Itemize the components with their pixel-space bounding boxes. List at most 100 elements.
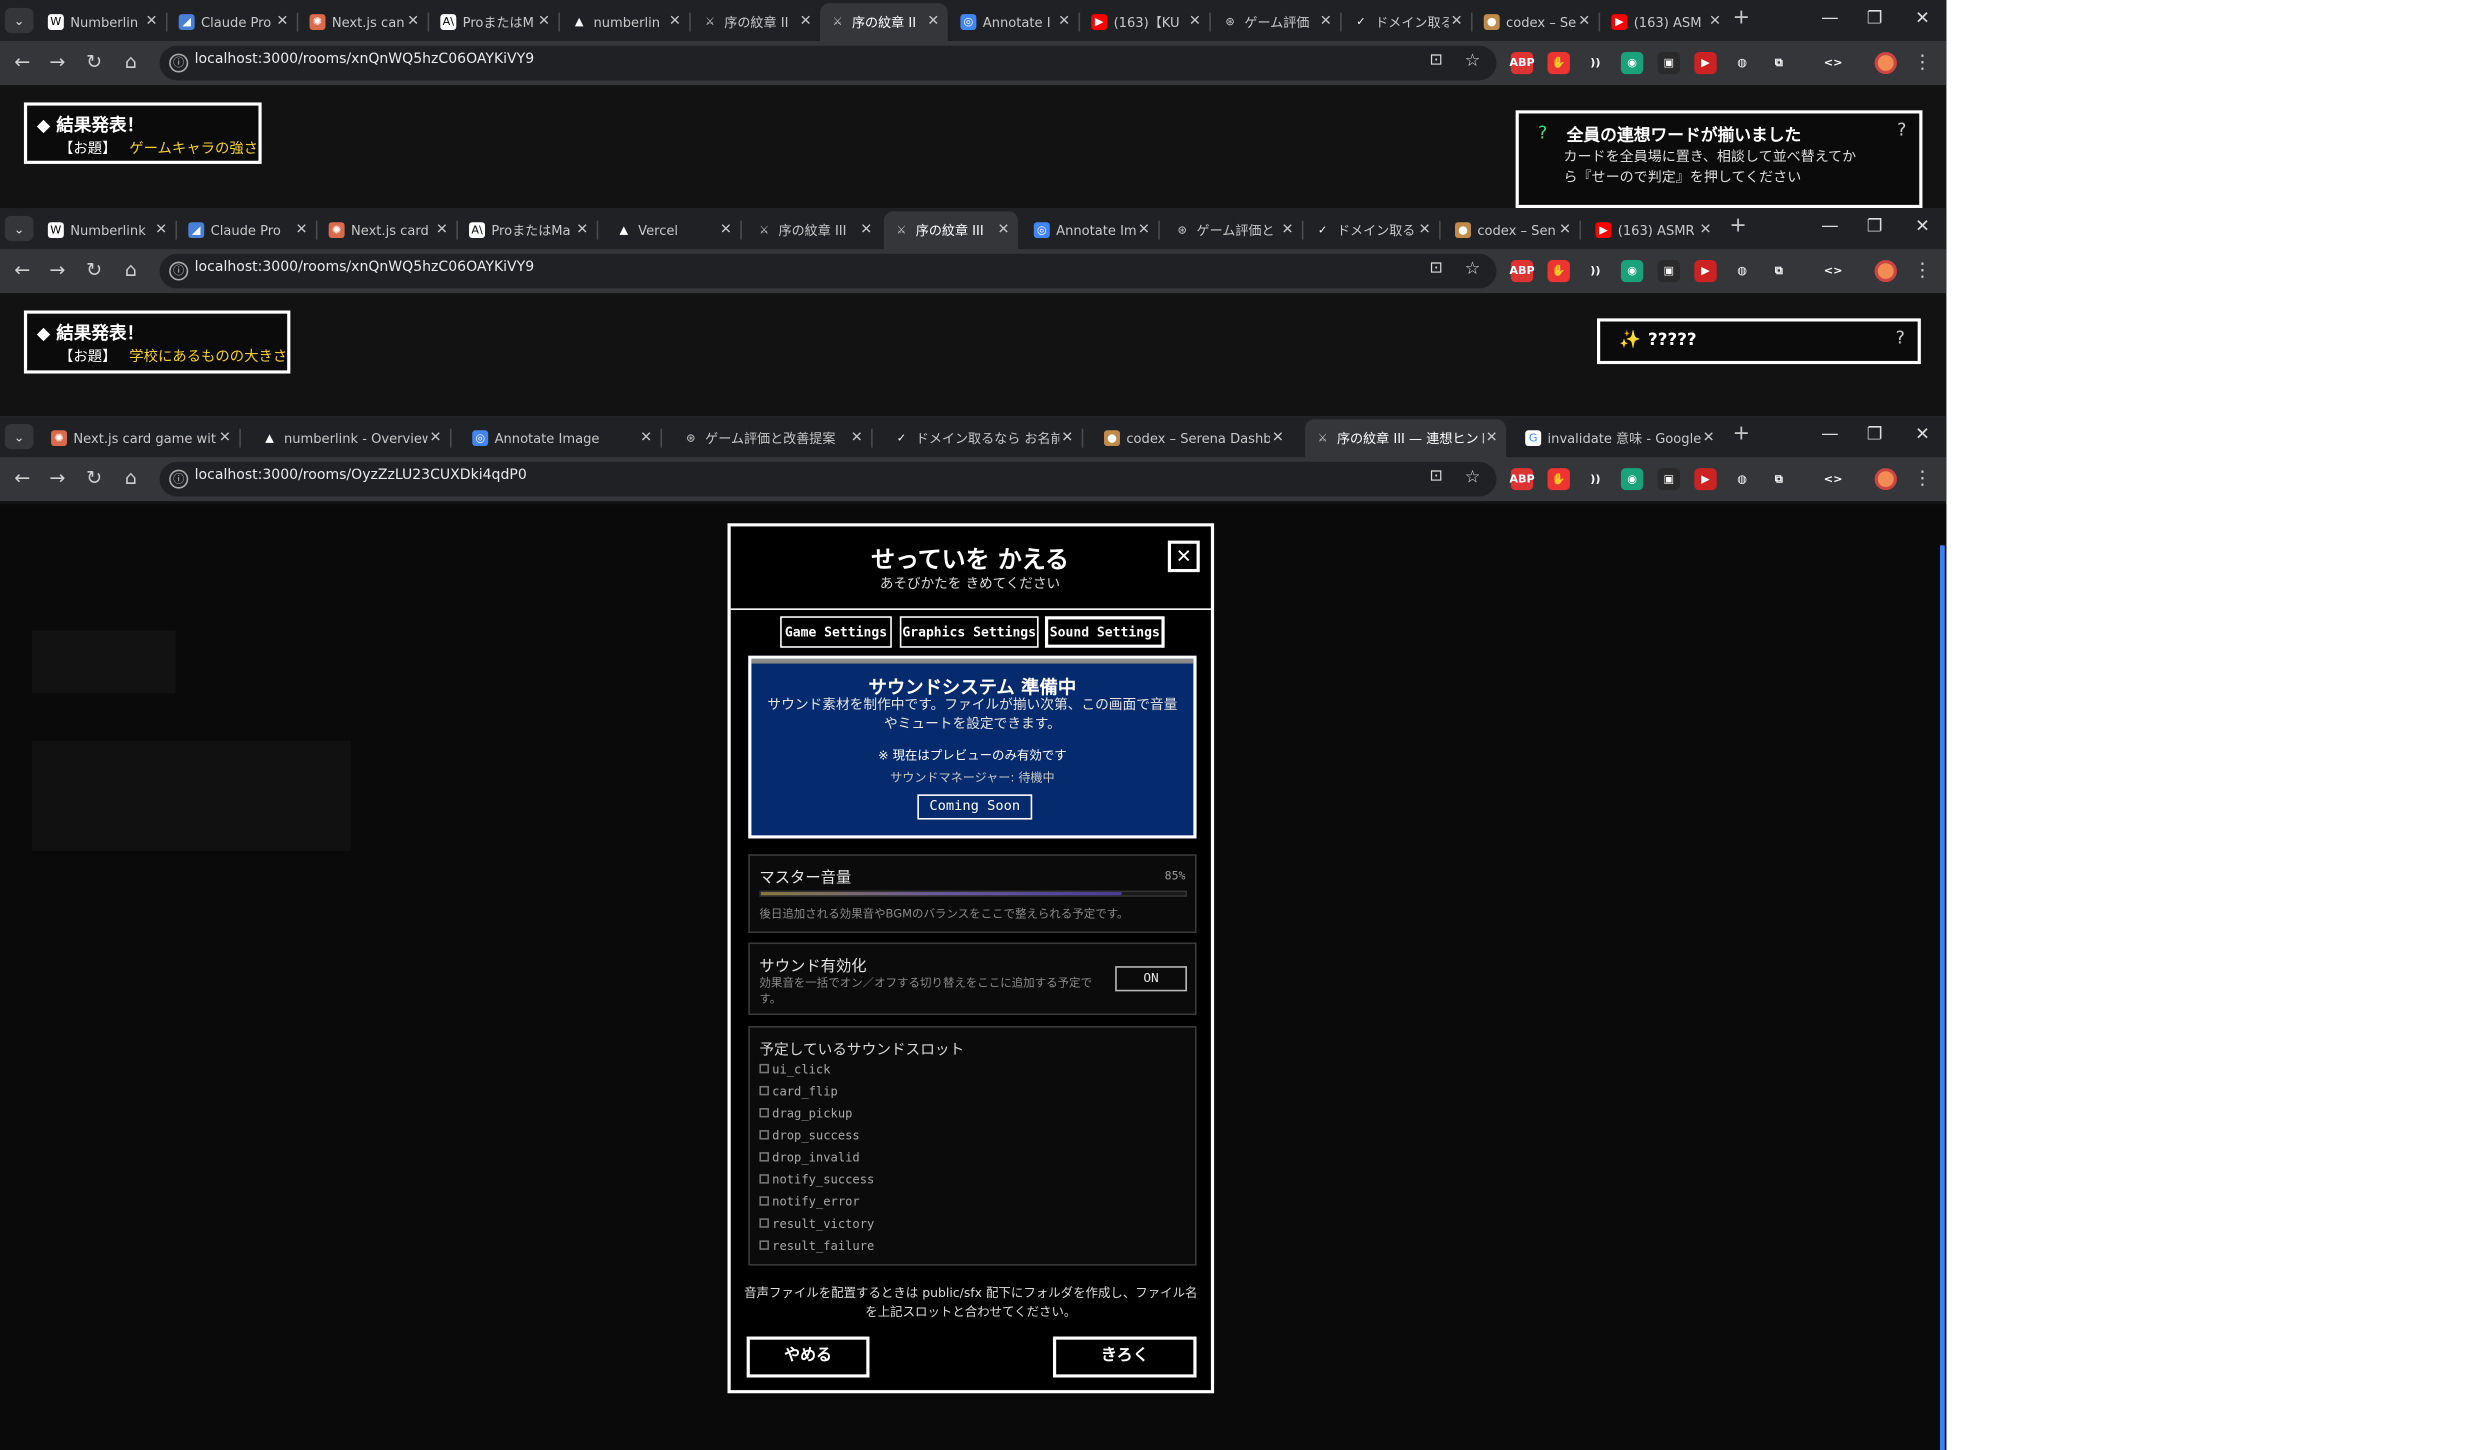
tab-close-icon[interactable]: ✕ — [1280, 222, 1296, 238]
tab-close-icon[interactable]: ✕ — [153, 222, 169, 238]
tab-close-icon[interactable]: ✕ — [1056, 14, 1072, 30]
home-button[interactable]: ⌂ — [120, 50, 142, 72]
browser-tab[interactable]: ▶ (163)【KU ✕ — [1082, 3, 1210, 41]
browser-tab[interactable]: ◎ Annotate Image ✕ — [463, 419, 661, 457]
tab-game-settings[interactable]: Game Settings — [780, 616, 892, 648]
tab-close-icon[interactable]: ✕ — [574, 222, 590, 238]
tab-close-icon[interactable]: ✕ — [217, 430, 233, 446]
browser-tab[interactable]: ◢ Claude Pro ✕ — [179, 211, 316, 249]
profile-avatar[interactable] — [1874, 52, 1897, 75]
devtools-icon[interactable]: <> — [1821, 260, 1845, 283]
tab-close-icon[interactable]: ✕ — [925, 14, 941, 30]
help-icon[interactable]: ? — [1896, 328, 1905, 348]
back-button[interactable]: ← — [11, 467, 33, 489]
browser-tab[interactable]: ⚔ 序の紋章 III — 連想ヒントで✕ — [1305, 419, 1507, 458]
browser-tab[interactable]: ⊛ ゲーム評価 ✕ — [1213, 3, 1341, 41]
browser-tab[interactable]: ● codex – Serena Dashboard✕ — [1094, 419, 1292, 457]
sound-toggle-button[interactable]: ON — [1115, 966, 1187, 992]
tab-close-icon[interactable]: ✕ — [434, 222, 450, 238]
camera-icon[interactable]: ◉ — [1620, 52, 1644, 75]
url-text[interactable]: localhost:3000/rooms/xnQnWQ5hzC06OAYKiVY… — [195, 52, 535, 68]
tab-sound-settings[interactable]: Sound Settings — [1044, 616, 1165, 648]
minimize-button[interactable]: — — [1819, 8, 1841, 28]
tab-search-button[interactable]: ⌄ — [4, 423, 34, 450]
profile-avatar[interactable] — [1874, 468, 1897, 491]
puzzle-icon[interactable]: ⧉ — [1767, 260, 1791, 283]
browser-tab[interactable]: ✓ ドメイン取るな✕ — [1305, 211, 1439, 249]
close-window-button[interactable]: ✕ — [1911, 424, 1933, 444]
browser-tab[interactable]: ✺ Next.js card ✕ — [319, 211, 456, 249]
browser-tab[interactable]: ◎ Annotate Im ✕ — [1024, 211, 1158, 249]
browser-tab[interactable]: ⊛ ゲーム評価と改善提案 ✕ — [673, 419, 871, 457]
browser-menu-button[interactable]: ⋮ — [1911, 258, 1933, 280]
browser-tab[interactable]: ✺ Next.js card game with Cl✕ — [41, 419, 239, 457]
url-text[interactable]: localhost:3000/rooms/xnQnWQ5hzC06OAYKiVY… — [195, 260, 535, 276]
browser-tab[interactable]: A\ ProまたはM ✕ — [431, 3, 559, 41]
minimize-button[interactable]: — — [1819, 216, 1841, 236]
browser-tab[interactable]: ⚔ 序の紋章 II ✕ — [692, 3, 820, 41]
adblock-icon[interactable]: ABP — [1509, 468, 1535, 491]
bookmark-star-icon[interactable]: ☆ — [1465, 50, 1481, 70]
browser-tab[interactable]: ✓ ドメイン取る ✕ — [1343, 3, 1471, 41]
new-tab-button[interactable]: + — [1729, 214, 1746, 238]
browser-tab[interactable]: ◢ Claude Pro ✕ — [169, 3, 297, 41]
tab-graphics-settings[interactable]: Graphics Settings — [899, 616, 1039, 648]
tab-close-icon[interactable]: ✕ — [1059, 430, 1075, 446]
tab-close-icon[interactable]: ✕ — [274, 14, 290, 30]
restore-button[interactable]: ❐ — [1863, 424, 1885, 444]
browser-tab[interactable]: ⚔ 序の紋章 III ✕ — [747, 211, 881, 249]
tab-search-button[interactable]: ⌄ — [4, 7, 34, 34]
site-info-icon[interactable]: ⓘ — [169, 469, 189, 489]
tab-close-icon[interactable]: ✕ — [1576, 14, 1592, 30]
close-window-button[interactable]: ✕ — [1911, 8, 1933, 28]
tab-close-icon[interactable]: ✕ — [638, 430, 654, 446]
browser-tab[interactable]: ✺ Next.js can ✕ — [300, 3, 428, 41]
browser-tab[interactable]: A\ ProまたはMa ✕ — [459, 211, 596, 249]
tab-close-icon[interactable]: ✕ — [144, 14, 160, 30]
browser-tab[interactable]: ⚔ 序の紋章 III ✕ — [883, 211, 1018, 250]
cast-icon[interactable]: ⊡ — [1429, 260, 1442, 277]
youtube-ext-icon[interactable]: ▶ — [1694, 260, 1717, 283]
forward-button[interactable]: → — [46, 258, 68, 280]
address-bar[interactable]: ⓘ localhost:3000/rooms/OyzZzLU23CUXDki4q… — [159, 461, 1497, 497]
browser-tab[interactable]: ⊛ ゲーム評価と ✕ — [1165, 211, 1302, 249]
browser-tab[interactable]: ▶ (163) ASM ✕ — [1602, 3, 1730, 41]
tab-close-icon[interactable]: ✕ — [1449, 14, 1465, 30]
forward-button[interactable]: → — [46, 50, 68, 72]
camera-icon[interactable]: ◉ — [1620, 260, 1644, 283]
tab-close-icon[interactable]: ✕ — [1136, 222, 1152, 238]
tab-close-icon[interactable]: ✕ — [798, 14, 814, 30]
browser-tab[interactable]: ⚔ 序の紋章 II ✕ — [820, 3, 948, 41]
wave-icon[interactable]: )) — [1584, 260, 1607, 283]
youtube-ext-icon[interactable]: ▶ — [1694, 52, 1717, 75]
browser-tab[interactable]: W Numberlink ✕ — [38, 211, 175, 249]
home-button[interactable]: ⌂ — [120, 258, 142, 280]
tab-close-icon[interactable]: ✕ — [1707, 14, 1723, 30]
adblock-icon[interactable]: ABP — [1509, 52, 1535, 75]
devtools-icon[interactable]: <> — [1821, 468, 1845, 491]
reload-button[interactable]: ↻ — [83, 467, 105, 489]
tab-close-icon[interactable]: ✕ — [718, 222, 734, 238]
bookmark-star-icon[interactable]: ☆ — [1465, 258, 1481, 278]
puzzle-icon[interactable]: ⧉ — [1767, 468, 1791, 491]
wave-icon[interactable]: )) — [1584, 52, 1607, 75]
home-button[interactable]: ⌂ — [120, 467, 142, 489]
browser-tab[interactable]: ◎ Annotate I ✕ — [951, 3, 1079, 41]
cast-icon[interactable]: ⊡ — [1429, 52, 1442, 69]
reload-button[interactable]: ↻ — [83, 50, 105, 72]
tab-close-icon[interactable]: ✕ — [1701, 430, 1717, 446]
browser-tab[interactable]: Ginvalidate 意味 - Google 検✕ — [1516, 419, 1723, 457]
youtube-ext-icon[interactable]: ▶ — [1694, 468, 1717, 491]
master-volume-slider[interactable] — [759, 890, 1187, 897]
box-icon[interactable]: ▣ — [1657, 260, 1680, 283]
browser-tab[interactable]: ✓ ドメイン取るなら お名前.com✕ — [884, 419, 1082, 457]
tab-close-icon[interactable]: ✕ — [294, 222, 310, 238]
forward-button[interactable]: → — [46, 467, 68, 489]
close-icon[interactable]: ✕ — [1167, 540, 1200, 573]
cast-icon[interactable]: ⊡ — [1429, 468, 1442, 485]
tab-close-icon[interactable]: ✕ — [1484, 430, 1500, 446]
back-button[interactable]: ← — [11, 50, 33, 72]
browser-tab[interactable]: ● codex – Sen ✕ — [1445, 211, 1579, 249]
restore-button[interactable]: ❐ — [1863, 216, 1885, 236]
chrome-icon[interactable]: ◍ — [1731, 260, 1754, 283]
